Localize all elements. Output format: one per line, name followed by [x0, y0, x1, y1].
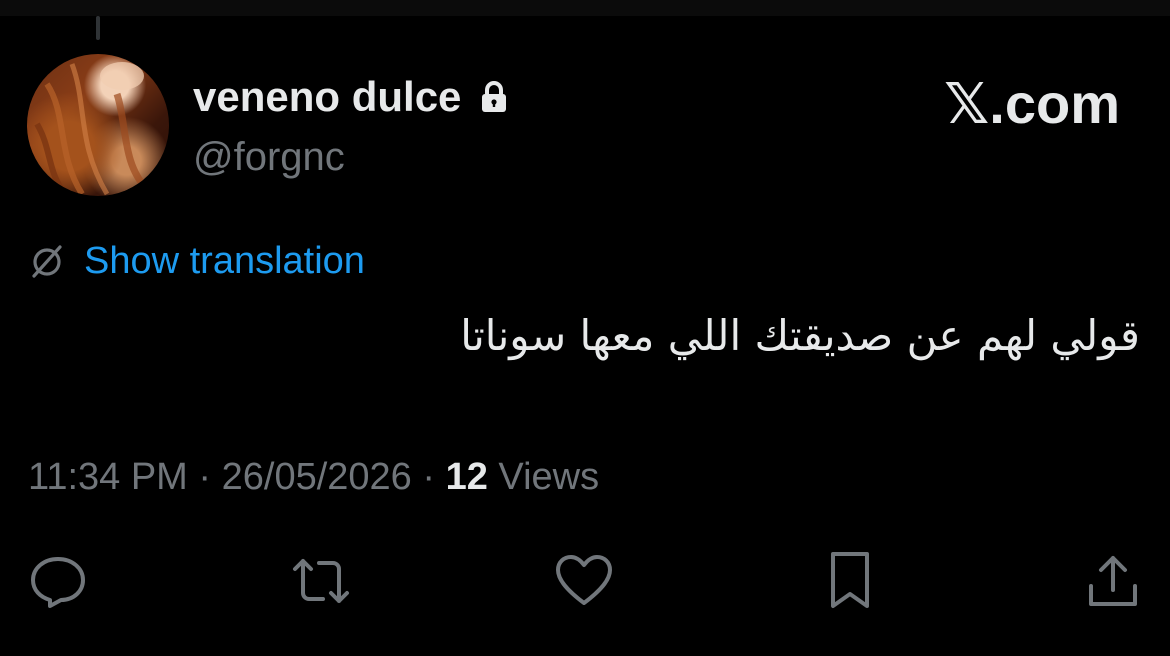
share-icon: [1089, 556, 1137, 606]
heart-icon: [556, 555, 612, 605]
top-edge: [0, 0, 1170, 16]
bookmark-icon: [831, 552, 869, 608]
translate-icon: [28, 242, 66, 280]
share-button[interactable]: [1081, 549, 1145, 613]
author-handle[interactable]: @forgnc: [193, 134, 345, 180]
repost-button[interactable]: [289, 549, 353, 613]
tweet-metadata: 11:34 PM · 26/05/2026 · 12 Views: [28, 452, 599, 502]
show-translation-label: Show translation: [84, 240, 365, 282]
display-name-text: veneno dulce: [193, 73, 462, 120]
meta-separator: ·: [187, 456, 222, 498]
tweet-action-bar: [0, 549, 1170, 613]
brand-text: 𝕏.com: [944, 72, 1120, 135]
avatar-photo: [34, 62, 150, 196]
lock-icon: [479, 80, 509, 114]
views-count: 12: [445, 456, 488, 498]
show-translation-button[interactable]: Show translation: [28, 238, 365, 284]
tweet-text: قولي لهم عن صديقتك اللي معها سوناتا: [460, 311, 1140, 360]
tweet-date[interactable]: 26/05/2026: [222, 456, 412, 498]
thread-connector-line: [96, 16, 100, 40]
avatar[interactable]: [27, 54, 169, 196]
reply-icon: [31, 557, 85, 608]
reply-button[interactable]: [26, 549, 90, 613]
author-display-name[interactable]: veneno dulce: [193, 72, 509, 122]
repost-icon: [293, 559, 349, 603]
bookmark-button[interactable]: [818, 549, 882, 613]
like-button[interactable]: [552, 549, 616, 613]
views-label: Views: [487, 456, 600, 498]
tweet-time[interactable]: 11:34 PM: [28, 456, 188, 498]
x-brand-logo: 𝕏.com: [944, 74, 1120, 134]
meta-separator: ·: [411, 456, 446, 498]
